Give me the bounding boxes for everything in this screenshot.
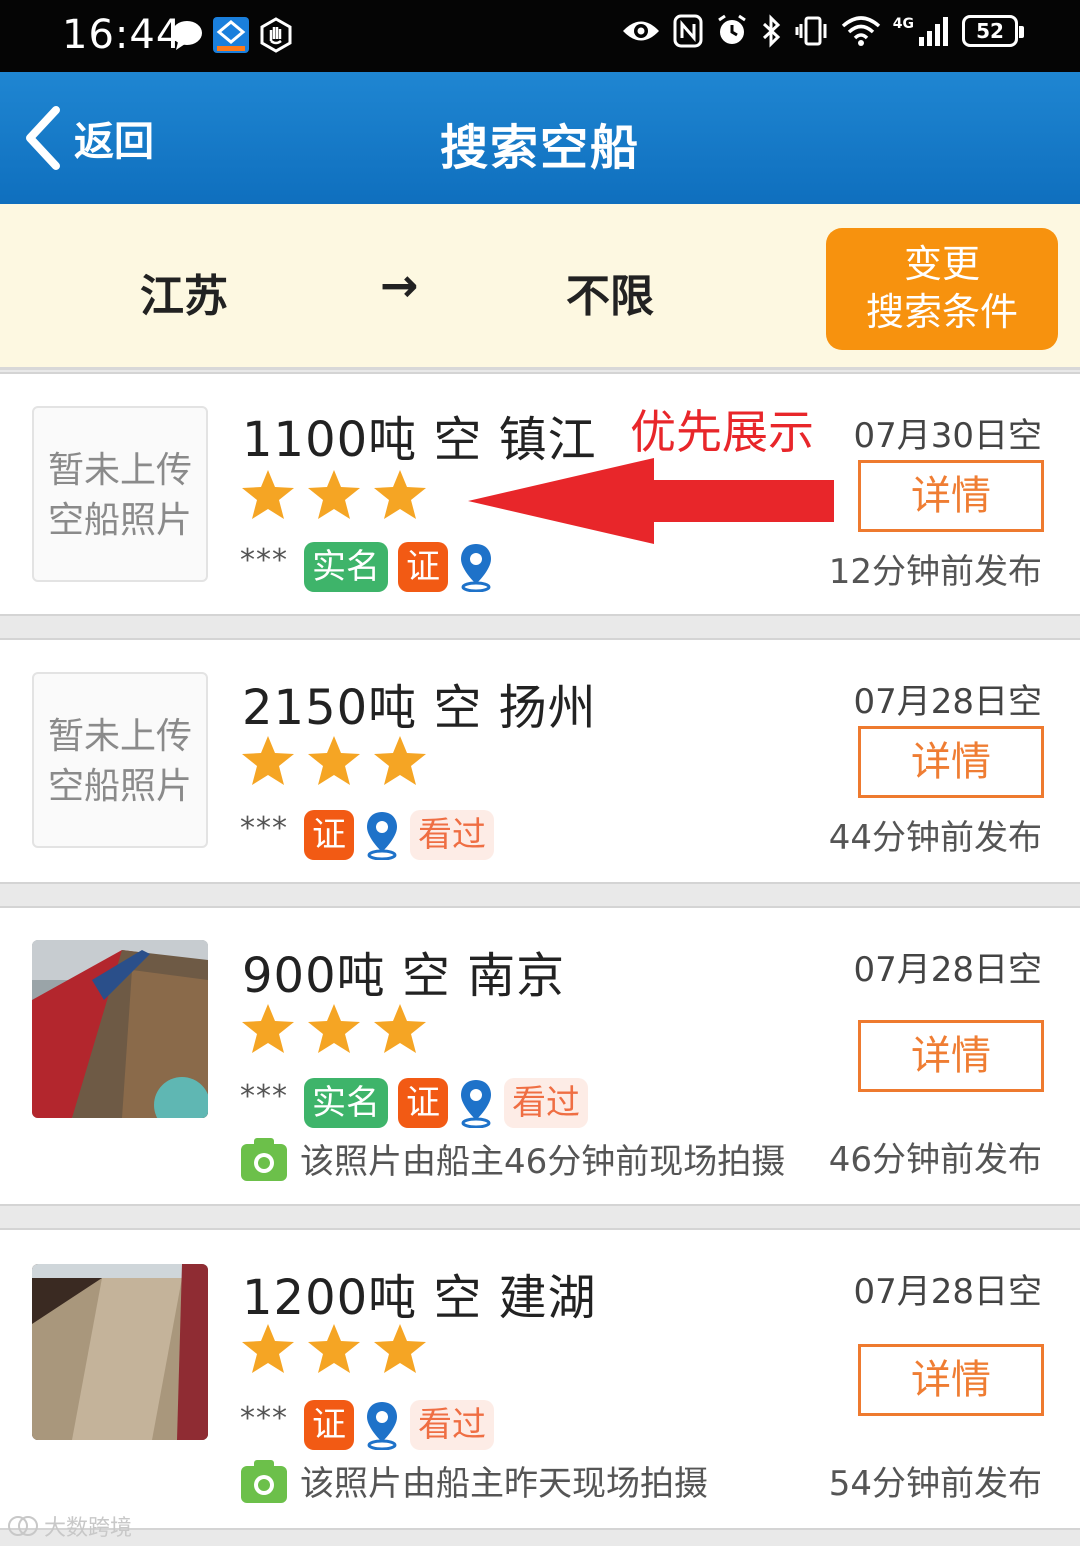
photo-placeholder: 暂未上传 空船照片 bbox=[32, 406, 208, 582]
photo-note-text: 该照片由船主46分钟前现场拍摄 bbox=[300, 1142, 786, 1182]
page-title: 搜索空船 bbox=[439, 120, 640, 176]
watermark-text: 大数跨境 bbox=[44, 1516, 133, 1541]
tag-row: *** 证 看过 bbox=[240, 1400, 494, 1450]
status-time: 16:44 bbox=[62, 12, 183, 58]
status-bar: 16:44 4G 52 bbox=[0, 0, 1080, 72]
certificate-tag: 证 bbox=[398, 1078, 448, 1128]
star-icon bbox=[308, 1004, 360, 1053]
photo-placeholder: 暂未上传 空船照片 bbox=[32, 672, 208, 848]
battery-icon: 52 bbox=[962, 15, 1024, 47]
rating-stars bbox=[240, 734, 428, 788]
rating-stars bbox=[240, 468, 428, 522]
signal-icon bbox=[919, 17, 948, 46]
ship-photo[interactable] bbox=[32, 940, 208, 1118]
certificate-tag: 证 bbox=[304, 1400, 354, 1450]
star-icon bbox=[308, 736, 360, 785]
annotation-arrow-icon bbox=[468, 458, 834, 544]
star-icon bbox=[374, 1004, 426, 1053]
location-pin-icon[interactable] bbox=[364, 1400, 400, 1450]
available-date: 07月30日空 bbox=[853, 416, 1042, 456]
verified-name-tag: 实名 bbox=[304, 542, 388, 592]
ship-title: 2150吨 空 扬州 bbox=[242, 680, 597, 736]
list-item[interactable]: 1200吨 空 建湖 *** 证 看过 该照片由船主昨天现场拍摄 07月28日空… bbox=[0, 1228, 1080, 1530]
vibrate-icon bbox=[795, 16, 827, 46]
route-destination: 不限 bbox=[566, 271, 654, 322]
star-icon bbox=[374, 470, 426, 519]
published-time: 54分钟前发布 bbox=[828, 1464, 1042, 1504]
ship-photo-image bbox=[32, 940, 208, 1118]
route-bar: 江苏 → 不限 变更 搜索条件 bbox=[0, 204, 1080, 370]
owner-name-masked: *** bbox=[240, 542, 288, 578]
star-icon bbox=[374, 736, 426, 785]
route-origin: 江苏 bbox=[140, 271, 228, 322]
star-icon bbox=[242, 1004, 294, 1053]
app-notification-icon bbox=[213, 17, 249, 53]
camera-icon bbox=[241, 1137, 287, 1181]
owner-name-masked: *** bbox=[240, 810, 288, 846]
nfc-icon bbox=[673, 14, 703, 48]
rating-stars bbox=[240, 1322, 428, 1376]
watermark-logo-icon bbox=[8, 1516, 38, 1536]
detail-button[interactable]: 详情 bbox=[858, 1020, 1044, 1092]
network-type: 4G bbox=[892, 16, 914, 32]
photo-note: 该照片由船主46分钟前现场拍摄 bbox=[240, 1134, 785, 1183]
list-item[interactable]: 暂未上传 空船照片 2150吨 空 扬州 *** 证 看过 07月28日空 详情… bbox=[0, 638, 1080, 884]
change-search-button[interactable]: 变更 搜索条件 bbox=[826, 228, 1058, 350]
ship-photo[interactable] bbox=[32, 1264, 208, 1440]
change-search-label-line2: 搜索条件 bbox=[865, 290, 1018, 334]
detail-button[interactable]: 详情 bbox=[858, 726, 1044, 798]
ship-photo-image bbox=[32, 1264, 208, 1440]
eye-icon bbox=[622, 21, 659, 41]
certificate-tag: 证 bbox=[304, 810, 354, 860]
viewed-tag: 看过 bbox=[504, 1078, 588, 1128]
location-pin-icon[interactable] bbox=[364, 810, 400, 860]
viewed-tag: 看过 bbox=[410, 810, 494, 860]
watermark: 大数跨境 bbox=[8, 1510, 132, 1542]
location-pin-icon[interactable] bbox=[458, 1078, 494, 1128]
available-date: 07月28日空 bbox=[853, 1272, 1042, 1312]
list-item[interactable]: 900吨 空 南京 *** 实名 证 看过 该照片由船主46分钟前现场拍摄 07… bbox=[0, 906, 1080, 1206]
star-icon bbox=[308, 470, 360, 519]
detail-button[interactable]: 详情 bbox=[858, 1344, 1044, 1416]
hand-icon bbox=[260, 17, 292, 53]
camera-icon bbox=[241, 1459, 287, 1503]
detail-button[interactable]: 详情 bbox=[858, 460, 1044, 532]
message-icon bbox=[172, 21, 202, 50]
available-date: 07月28日空 bbox=[853, 682, 1042, 722]
star-icon bbox=[242, 736, 294, 785]
available-date: 07月28日空 bbox=[853, 950, 1042, 990]
viewed-tag: 看过 bbox=[410, 1400, 494, 1450]
nav-bar: 返回 搜索空船 bbox=[0, 72, 1080, 204]
star-icon bbox=[374, 1324, 426, 1373]
ship-title: 1200吨 空 建湖 bbox=[242, 1270, 597, 1326]
alarm-icon bbox=[717, 14, 746, 44]
route-arrow: → bbox=[380, 258, 419, 312]
photo-note-text: 该照片由船主昨天现场拍摄 bbox=[300, 1464, 708, 1504]
tag-row: *** 实名 证 看过 bbox=[240, 1078, 588, 1128]
verified-name-tag: 实名 bbox=[304, 1078, 388, 1128]
published-time: 44分钟前发布 bbox=[828, 818, 1042, 858]
published-time: 12分钟前发布 bbox=[828, 552, 1042, 592]
ship-title: 900吨 空 南京 bbox=[242, 948, 566, 1004]
change-search-label-line1: 变更 bbox=[903, 242, 980, 286]
bluetooth-icon bbox=[762, 14, 780, 48]
tag-row: *** 实名 证 bbox=[240, 542, 494, 592]
wifi-icon bbox=[841, 16, 880, 46]
owner-name-masked: *** bbox=[240, 1078, 288, 1114]
star-icon bbox=[242, 470, 294, 519]
priority-annotation-label: 优先展示 bbox=[630, 405, 814, 459]
rating-stars bbox=[240, 1002, 428, 1056]
owner-name-masked: *** bbox=[240, 1400, 288, 1436]
star-icon bbox=[308, 1324, 360, 1373]
star-icon bbox=[242, 1324, 294, 1373]
published-time: 46分钟前发布 bbox=[828, 1140, 1042, 1180]
photo-note: 该照片由船主昨天现场拍摄 bbox=[240, 1456, 708, 1505]
certificate-tag: 证 bbox=[398, 542, 448, 592]
tag-row: *** 证 看过 bbox=[240, 810, 494, 860]
location-pin-icon[interactable] bbox=[458, 542, 494, 592]
